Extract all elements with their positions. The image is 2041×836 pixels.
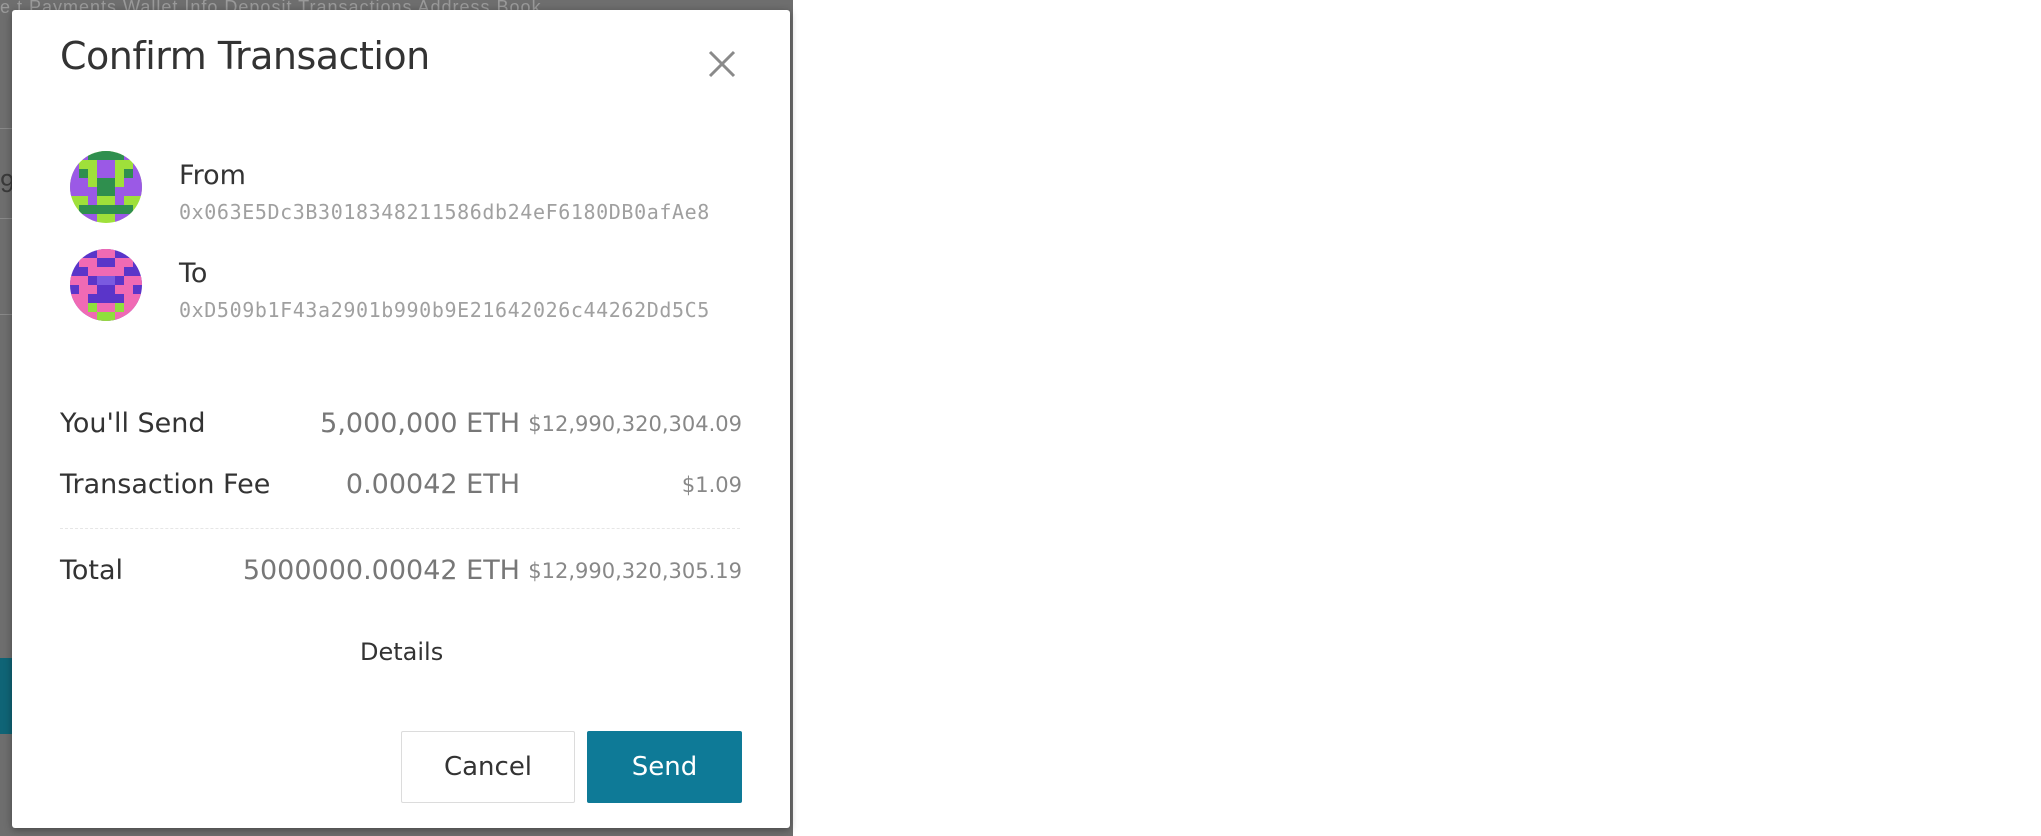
total-usd: $12,990,320,305.19 [528, 559, 742, 583]
background-button-fragment [0, 658, 12, 734]
to-address: 0xD509b1F43a2901b990b9E21642026c44262Dd5… [179, 298, 710, 322]
from-address: 0x063E5Dc3B3018348211586db24eF6180DB0afA… [179, 200, 710, 224]
details-link[interactable]: Details [360, 638, 443, 666]
dialog-title: Confirm Transaction [60, 34, 430, 78]
confirm-transaction-dialog: Confirm Transaction From 0x063E5Dc3B3018… [12, 10, 790, 828]
fee-eth: 0.00042 ETH [345, 469, 520, 500]
cancel-button[interactable]: Cancel [401, 731, 575, 803]
to-label: To [179, 258, 208, 289]
from-label: From [179, 160, 246, 191]
send-button[interactable]: Send [587, 731, 742, 803]
fee-usd: $1.09 [681, 473, 742, 497]
from-identicon-icon [70, 151, 142, 223]
summary-divider [60, 528, 740, 529]
send-amount-label: You'll Send [60, 408, 206, 439]
send-amount-usd: $12,990,320,304.09 [528, 412, 742, 436]
to-identicon-icon [70, 249, 142, 321]
total-label: Total [60, 555, 124, 586]
close-icon[interactable] [702, 44, 742, 84]
total-eth: 5000000.00042 ETH [242, 555, 520, 586]
send-amount-eth: 5,000,000 ETH [320, 408, 520, 439]
fee-label: Transaction Fee [60, 469, 271, 500]
